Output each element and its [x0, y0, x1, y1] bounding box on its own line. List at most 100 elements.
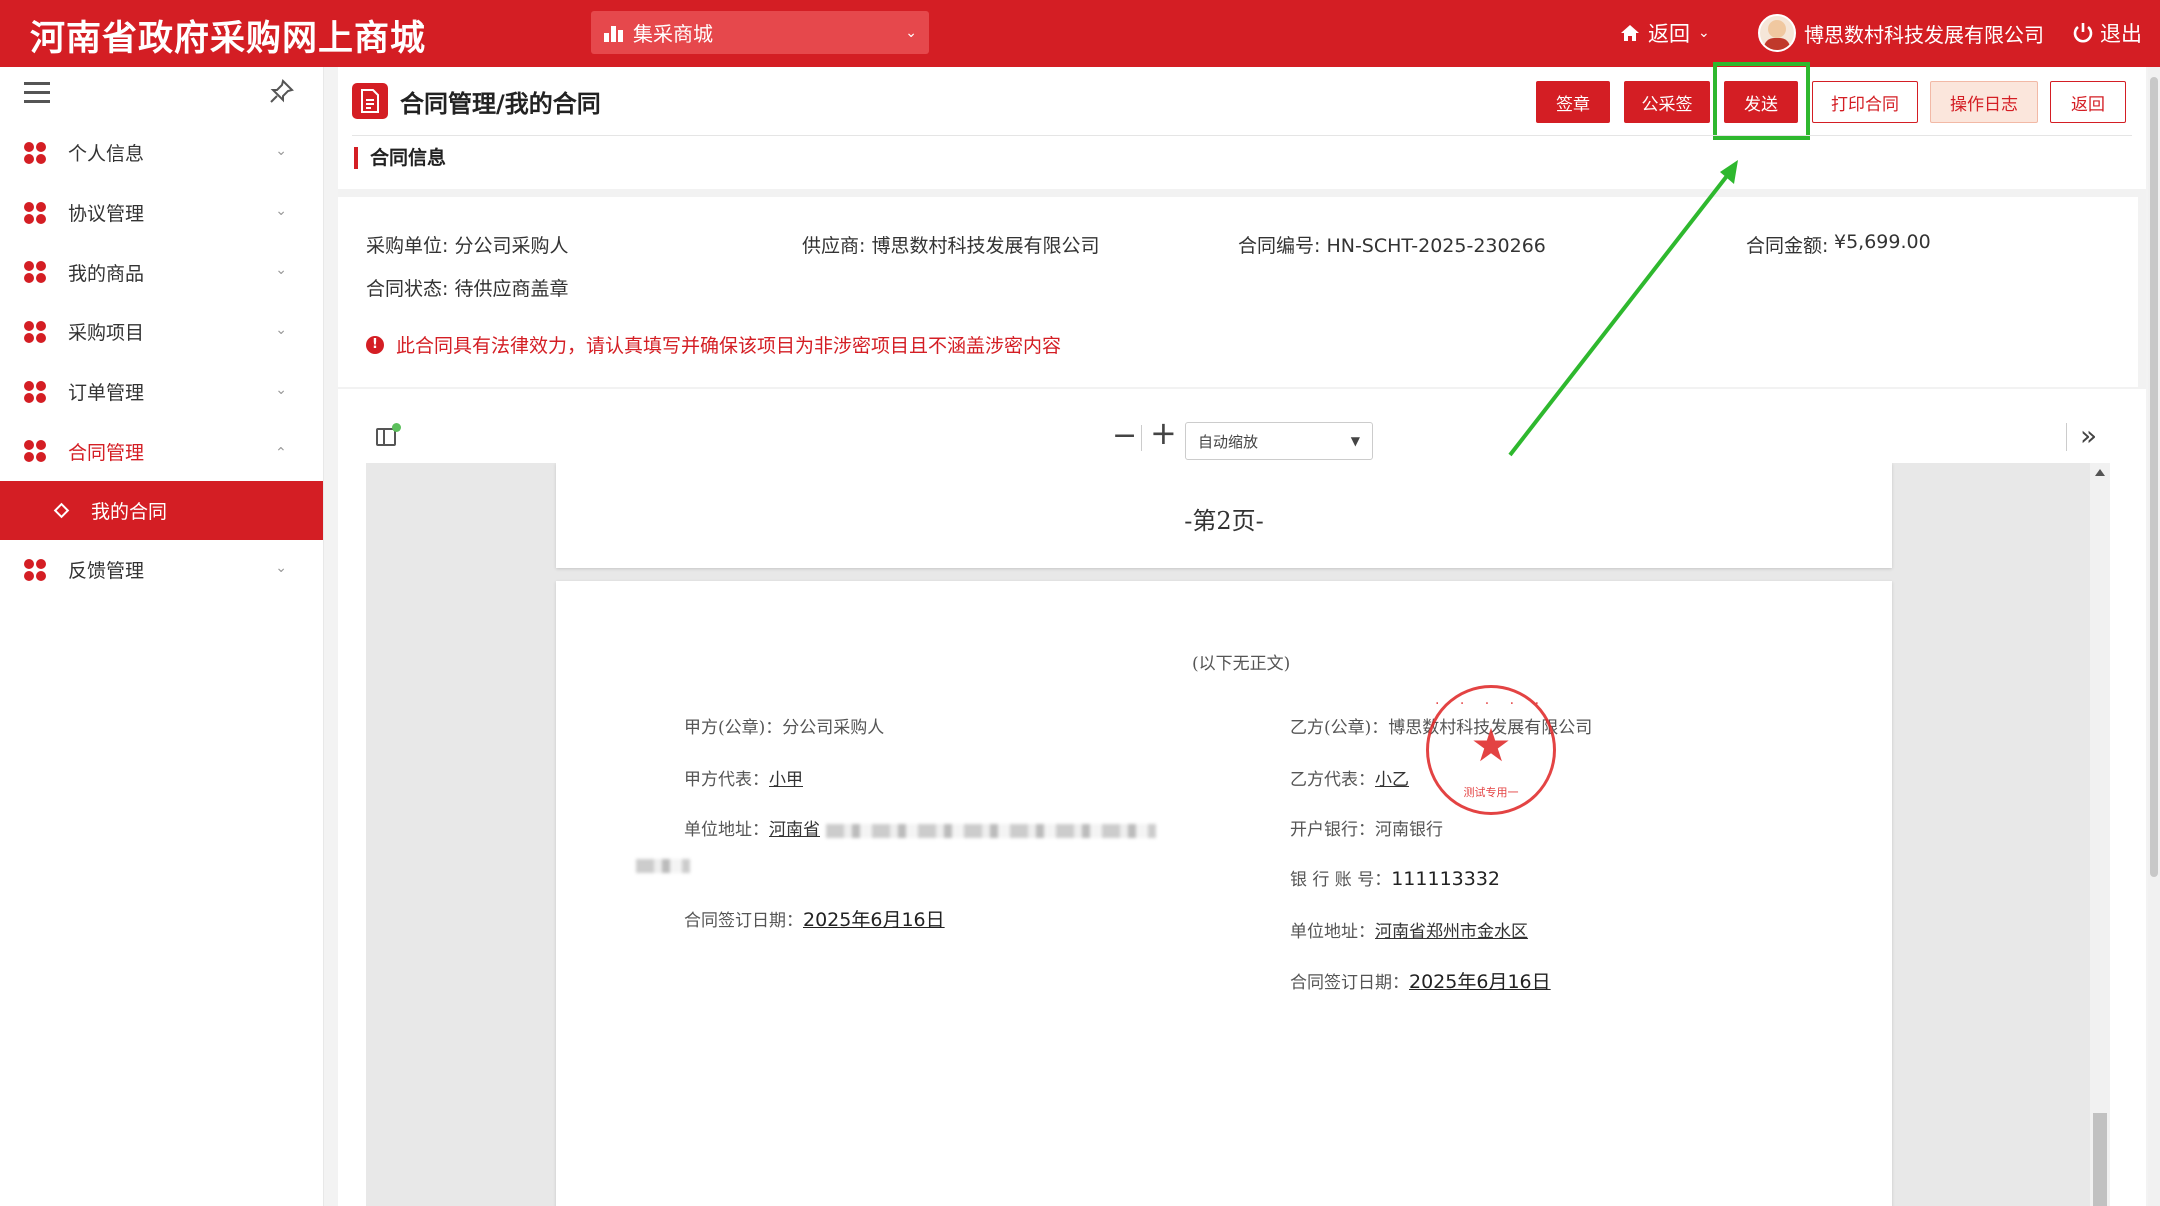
sidebar-item-agreement[interactable]: 协议管理 ⌄ [0, 183, 323, 243]
document-area[interactable]: -第2页- (以下无正文) 甲方(公章)：分公司采购人 甲方代表：小甲 单位地址… [366, 463, 2110, 1206]
zoom-select-value: 自动缩放 [1198, 432, 1259, 451]
pdf-viewer: − + 自动缩放 ▼ » -第2页- (以下无正文) 甲方(公章)：分公司采购人… [338, 393, 2138, 1206]
clover-icon [24, 141, 46, 164]
send-highlight-box [1713, 62, 1810, 140]
seal-text: 测试专用一 [1463, 786, 1519, 799]
chevron-down-icon: ⌄ [275, 381, 287, 398]
account-value: 111113332 [1391, 868, 1501, 890]
sidebar-item-label: 协议管理 [68, 203, 145, 226]
party-a-label: 甲方(公章)： [684, 718, 783, 738]
addr-b-line: 单位地址：河南省郑州市金水区 [1290, 917, 1528, 942]
chevron-up-icon: ⌄ [275, 443, 287, 460]
sidebar: 个人信息 ⌄ 协议管理 ⌄ 我的商品 ⌄ 采购项目 ⌄ 订单管理 ⌄ 合同管理 … [0, 67, 324, 1206]
date-a-value: 2025年6月16日 [803, 909, 945, 931]
supplier-text: 供应商: 博思数村科技发展有限公司 [802, 235, 1100, 257]
document-scrollbar[interactable] [2090, 463, 2110, 1206]
home-icon [1621, 25, 1639, 41]
contract-status-text: 合同状态: 待供应商盖章 [366, 278, 569, 300]
sidebar-item-orders[interactable]: 订单管理 ⌄ [0, 362, 323, 422]
rep-b-label: 乙方代表： [1290, 770, 1375, 790]
sidebar-top [0, 67, 323, 123]
user-menu[interactable]: 博思数村科技发展有限公司 [1758, 14, 2044, 52]
header-return-label: 返回 [1648, 22, 1690, 46]
page-scrollbar[interactable] [2148, 67, 2160, 1206]
account-label: 银 行 账 号： [1290, 870, 1392, 890]
toolbar-divider [2066, 423, 2067, 451]
clover-icon [24, 440, 46, 463]
diamond-icon [53, 502, 70, 519]
chevron-down-icon: ⌄ [275, 322, 287, 339]
sidebar-subitem-label: 我的合同 [91, 501, 168, 524]
sidebar-item-label: 合同管理 [68, 441, 145, 464]
mall-selector[interactable]: 集采商城 ⌄ [591, 11, 929, 54]
chevron-down-icon: ⌄ [905, 24, 917, 41]
no-more-text: (以下无正文) [1192, 654, 1291, 674]
info-panel: 采购单位: 分公司采购人 供应商: 博思数村科技发展有限公司 合同编号: HN-… [338, 189, 2146, 389]
chevron-down-icon: ▼ [1350, 434, 1360, 448]
company-seal: · · · · · ★ 测试专用一 [1426, 685, 1556, 815]
top-bar: 河南省政府采购网上商城 集采商城 ⌄ 返回 ⌄ 博思数村科技发展有限公司 退出 [0, 0, 2160, 67]
addr-b-label: 单位地址： [1290, 922, 1375, 942]
user-name: 博思数村科技发展有限公司 [1804, 22, 2044, 47]
seal-arc-text: · · · · · [1434, 696, 1548, 712]
sidebar-item-feedback[interactable]: 反馈管理 ⌄ [0, 540, 323, 600]
notification-dot [392, 423, 401, 432]
scroll-thumb[interactable] [2093, 1113, 2107, 1206]
menu-toggle-icon[interactable] [24, 82, 50, 104]
bank-label: 开户银行： [1290, 820, 1375, 840]
rep-a-label: 甲方代表： [684, 770, 769, 790]
addr-a-value: 河南省 [769, 820, 820, 840]
pdf-page-2: (以下无正文) 甲方(公章)：分公司采购人 甲方代表：小甲 单位地址：河南省 合… [556, 581, 1892, 1206]
clover-icon [24, 201, 46, 224]
page-title: 合同管理/我的合同 [400, 89, 601, 118]
avatar [1758, 14, 1796, 52]
document-icon [352, 83, 388, 119]
date-b-value: 2025年6月16日 [1409, 971, 1551, 993]
print-contract-button[interactable]: 打印合同 [1812, 81, 1918, 123]
double-chevron-right-icon[interactable]: » [2080, 419, 2097, 452]
sidebar-subitem-my-contracts[interactable]: 我的合同 [0, 481, 323, 541]
public-sign-button[interactable]: 公采签 [1624, 81, 1710, 123]
pin-icon[interactable] [268, 79, 294, 112]
toolbar-divider [1141, 425, 1142, 451]
operation-log-button[interactable]: 操作日志 [1930, 81, 2038, 123]
mall-selector-label: 集采商城 [633, 22, 713, 46]
rep-b-line: 乙方代表：小乙 [1290, 765, 1409, 790]
logout-button[interactable]: 退出 [2072, 18, 2142, 48]
clover-icon [24, 558, 46, 581]
sidebar-item-label: 订单管理 [68, 382, 145, 405]
addr-a-continued [636, 855, 690, 875]
addr-b-value: 河南省郑州市金水区 [1375, 922, 1528, 942]
scroll-up-icon[interactable] [2095, 469, 2105, 476]
sign-button[interactable]: 签章 [1536, 81, 1610, 123]
chevron-down-icon: ⌄ [275, 560, 287, 577]
sidebar-item-label: 我的商品 [68, 262, 145, 285]
zoom-in-button[interactable]: + [1150, 417, 1177, 449]
star-icon: ★ [1470, 718, 1512, 772]
section-title: 合同信息 [354, 147, 446, 169]
bank-value: 河南银行 [1375, 820, 1443, 840]
zoom-select[interactable]: 自动缩放 ▼ [1185, 422, 1373, 460]
bank-line: 开户银行：河南银行 [1290, 815, 1443, 840]
back-button[interactable]: 返回 [2050, 81, 2126, 123]
contract-amount-label: 合同金额: [1746, 235, 1829, 257]
zoom-out-button[interactable]: − [1112, 421, 1137, 451]
legal-warning-text: 此合同具有法律效力，请认真填写并确保该项目为非涉密项目且不涵盖涉密内容 [396, 335, 1062, 357]
header-return-button[interactable]: 返回 ⌄ [1620, 18, 1710, 48]
contract-number-text: 合同编号: HN-SCHT-2025-230266 [1238, 235, 1546, 257]
main-content: 合同管理/我的合同 签章 公采签 发送 打印合同 操作日志 返回 合同信息 采购… [338, 62, 2146, 1206]
page-scroll-thumb[interactable] [2150, 77, 2158, 877]
party-a-value: 分公司采购人 [782, 718, 885, 738]
header-divider [352, 135, 2132, 136]
sidebar-item-my-products[interactable]: 我的商品 ⌄ [0, 242, 323, 302]
sidebar-item-personal-info[interactable]: 个人信息 ⌄ [0, 123, 323, 183]
power-icon [2073, 23, 2093, 43]
sidebar-item-procurement[interactable]: 采购项目 ⌄ [0, 302, 323, 362]
rep-b-value: 小乙 [1375, 770, 1409, 790]
pdf-page-1: -第2页- [556, 463, 1892, 568]
rep-a-line: 甲方代表：小甲 [684, 765, 803, 790]
chevron-down-icon: ⌄ [275, 262, 287, 279]
sidebar-item-contracts[interactable]: 合同管理 ⌄ [0, 421, 323, 481]
page-header: 合同管理/我的合同 [352, 83, 601, 119]
pdf-toolbar: − + 自动缩放 ▼ » [338, 393, 2138, 461]
